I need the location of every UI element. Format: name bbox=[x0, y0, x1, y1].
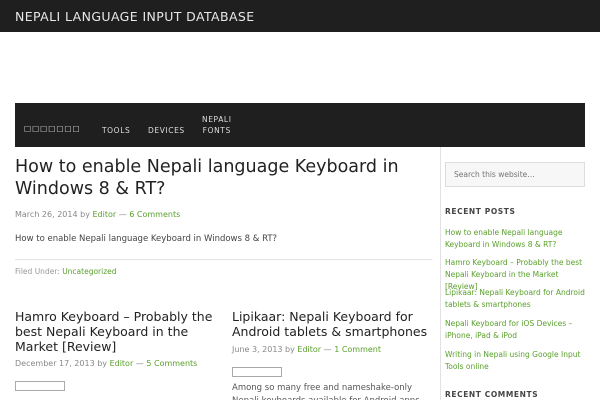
post-excerpt: Among so many free and nameshake-only Ne… bbox=[232, 383, 420, 400]
recent-post-link[interactable]: Nepali Keyboard for iOS Devices – iPhone… bbox=[445, 318, 590, 342]
meta-separator: — bbox=[135, 359, 144, 368]
featured-post-excerpt: How to enable Nepali language Keyboard i… bbox=[15, 234, 278, 244]
recent-post-link[interactable]: Writing in Nepali using Google Input Too… bbox=[445, 349, 590, 373]
post-meta: June 3, 2013 by Editor — 1 Comment bbox=[232, 345, 381, 354]
nav-item-fonts-line1: NEPALI bbox=[202, 115, 232, 124]
nav-item-home[interactable]: □□□□□□□ bbox=[24, 123, 81, 134]
post-by: by bbox=[97, 359, 108, 368]
post-by: by bbox=[80, 210, 90, 219]
filed-under: Filed Under: Uncategorized bbox=[15, 267, 117, 276]
nav-item-tools[interactable]: TOOLS bbox=[102, 125, 130, 136]
post-comments-link[interactable]: 1 Comment bbox=[334, 345, 381, 354]
primary-nav: □□□□□□□ TOOLS DEVICES NEPALI FONTS bbox=[15, 103, 585, 147]
post-date: December 17, 2013 bbox=[15, 359, 95, 368]
post-meta: December 17, 2013 by Editor — 5 Comments bbox=[15, 359, 197, 368]
post-date: June 3, 2013 bbox=[232, 345, 283, 354]
post-title[interactable]: Hamro Keyboard – Probably the best Nepal… bbox=[15, 309, 215, 354]
meta-separator: — bbox=[118, 210, 127, 219]
sidebar-divider bbox=[440, 147, 441, 400]
site-header: NEPALI LANGUAGE INPUT DATABASE bbox=[0, 0, 600, 32]
recent-post-link[interactable]: Lipikaar: Nepali Keyboard for Android ta… bbox=[445, 287, 590, 311]
meta-separator: — bbox=[323, 345, 332, 354]
post-author-link[interactable]: Editor bbox=[92, 210, 116, 219]
nav-item-devices[interactable]: DEVICES bbox=[148, 125, 185, 136]
post-comments-link[interactable]: 5 Comments bbox=[146, 359, 197, 368]
filed-under-label: Filed Under: bbox=[15, 267, 60, 276]
site-title-link[interactable]: NEPALI LANGUAGE INPUT DATABASE bbox=[15, 9, 255, 24]
post-title[interactable]: Lipikaar: Nepali Keyboard for Android ta… bbox=[232, 309, 432, 339]
category-link[interactable]: Uncategorized bbox=[62, 267, 116, 276]
post-by: by bbox=[285, 345, 295, 354]
recent-post-link[interactable]: How to enable Nepali language Keyboard i… bbox=[445, 227, 590, 251]
post-thumbnail[interactable] bbox=[15, 381, 65, 391]
featured-post-meta: March 26, 2014 by Editor — 6 Comments bbox=[15, 210, 180, 219]
post-thumbnail[interactable] bbox=[232, 367, 282, 377]
featured-post-title[interactable]: How to enable Nepali language Keyboard i… bbox=[15, 156, 432, 200]
search-input[interactable] bbox=[445, 162, 585, 187]
recent-comments-title: RECENT COMMENTS bbox=[445, 390, 539, 399]
entry-divider bbox=[15, 259, 432, 260]
nav-item-fonts-line2: FONTS bbox=[202, 126, 231, 135]
post-comments-link[interactable]: 6 Comments bbox=[129, 210, 180, 219]
recent-posts-title: RECENT POSTS bbox=[445, 207, 516, 216]
nav-item-nepali-fonts[interactable]: NEPALI FONTS bbox=[202, 114, 232, 136]
post-author-link[interactable]: Editor bbox=[110, 359, 134, 368]
post-author-link[interactable]: Editor bbox=[297, 345, 321, 354]
post-date: March 26, 2014 bbox=[15, 210, 78, 219]
